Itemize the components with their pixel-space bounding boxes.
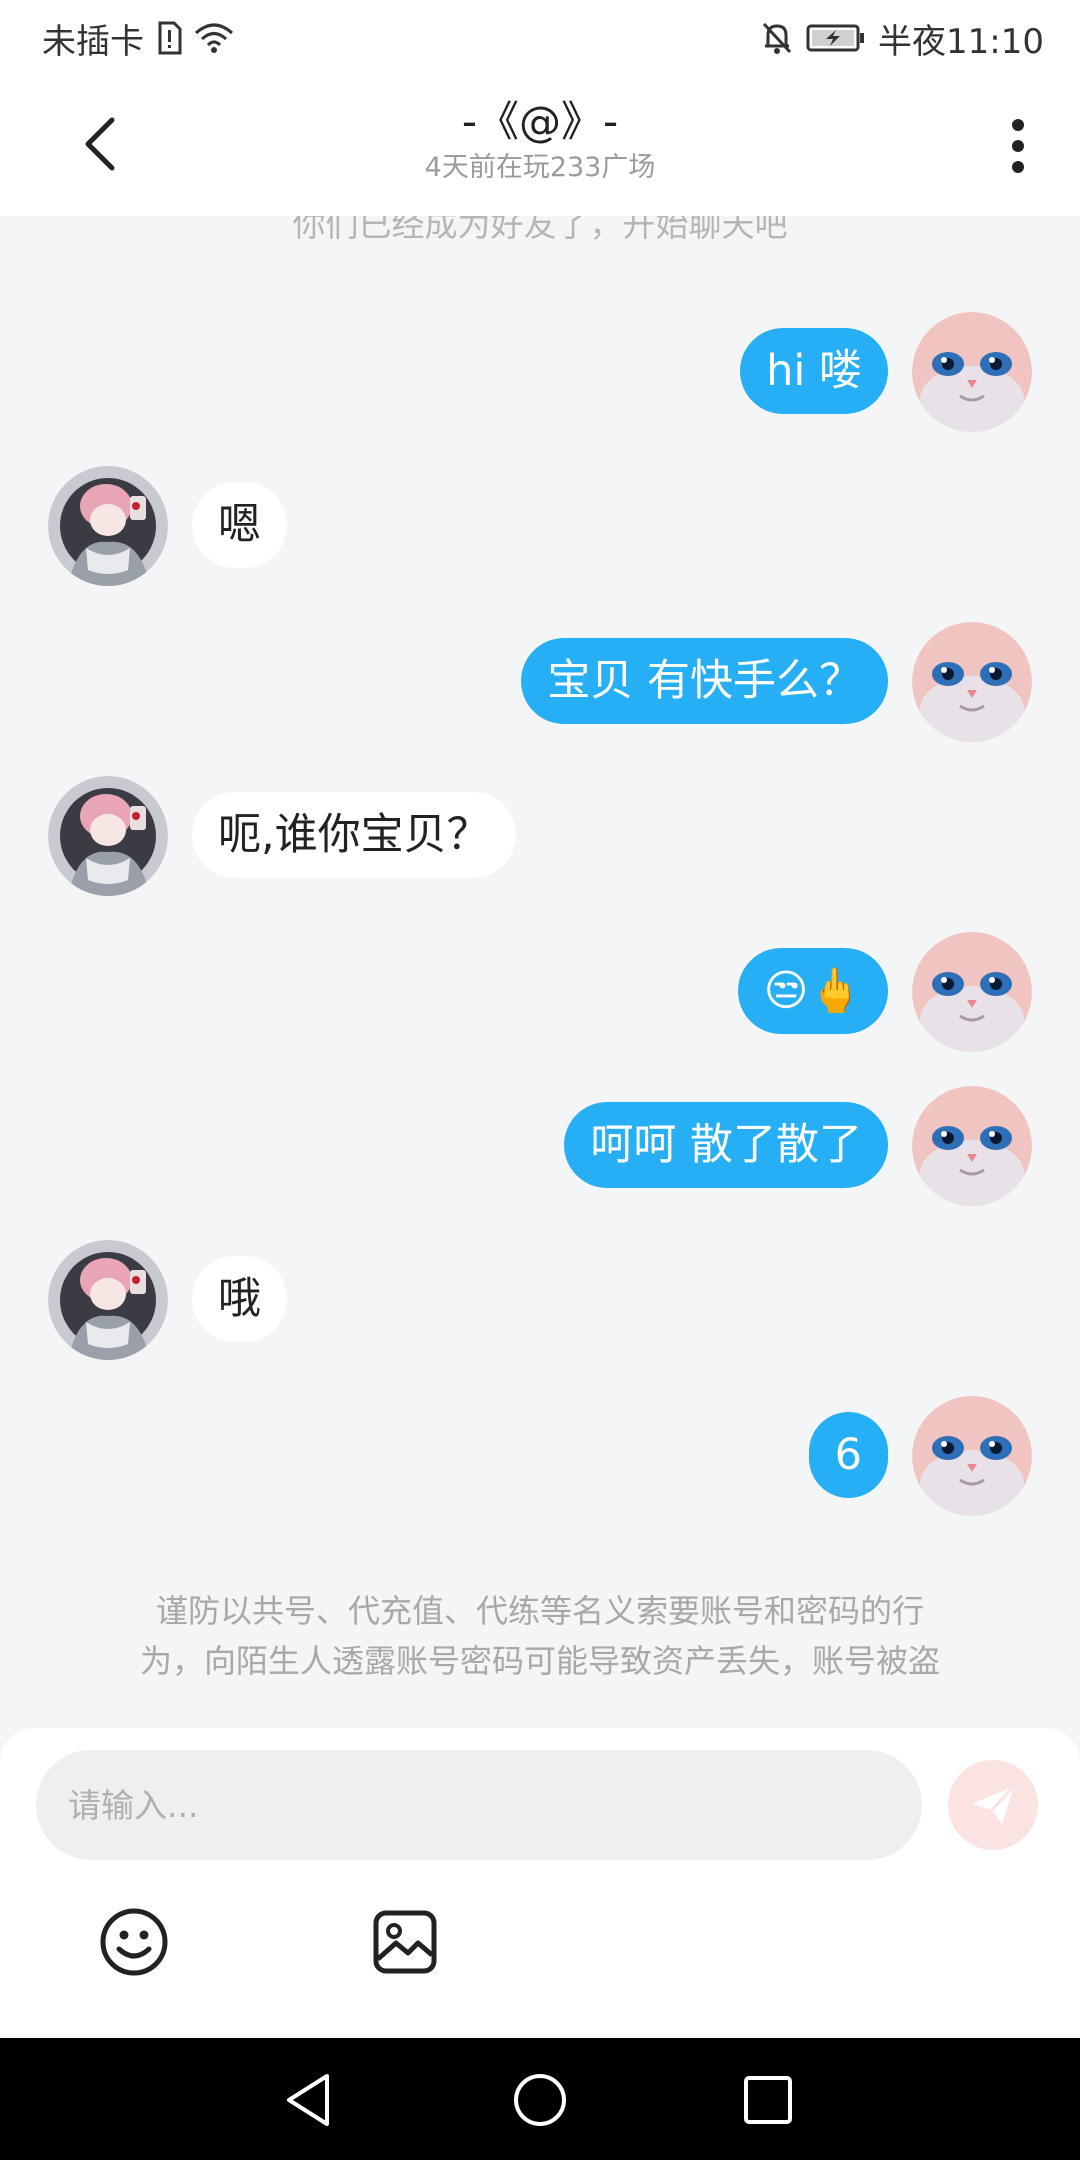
message-bubble[interactable]: 6 — [808, 1412, 888, 1498]
back-button[interactable] — [60, 104, 140, 184]
circle-home-icon — [514, 2074, 566, 2126]
status-bar: 未插卡 半夜11:10 — [0, 0, 1080, 76]
my-avatar[interactable] — [912, 1396, 1032, 1516]
warning-line-2: 为，向陌生人透露账号密码可能导致资产丢失，账号被盗 — [139, 1642, 940, 1680]
message-item: hi 喽 — [0, 312, 1080, 442]
friend-avatar[interactable] — [48, 466, 168, 586]
battery-charging-icon — [806, 23, 866, 53]
chat-area[interactable]: 你们已经成为好友了，开始聊天吧 hi 喽 嗯 宝贝 有快手么？ 呃,谁你宝贝？ … — [0, 216, 1080, 1728]
cat-avatar-icon — [912, 312, 1032, 432]
message-item: 嗯 — [0, 466, 1080, 596]
cat-avatar-icon — [912, 1396, 1032, 1516]
nav-recents-button[interactable] — [736, 2068, 800, 2132]
message-item: 😒🖕 — [0, 932, 1080, 1062]
anime-avatar-icon — [48, 776, 168, 896]
friend-avatar[interactable] — [48, 776, 168, 896]
my-avatar[interactable] — [912, 1086, 1032, 1206]
mute-bell-icon — [760, 20, 794, 56]
message-item: 6 — [0, 1396, 1080, 1526]
more-vertical-icon — [1012, 119, 1024, 173]
emoji-icon — [100, 1908, 168, 1976]
sim-alert-icon — [156, 21, 182, 55]
security-warning: 谨防以共号、代充值、代练等名义索要账号和密码的行 为，向陌生人透露账号密码可能导… — [70, 1586, 1010, 1686]
clock-text: 半夜11:10 — [878, 21, 1044, 62]
more-options-button[interactable] — [998, 110, 1038, 182]
warning-line-1: 谨防以共号、代充值、代练等名义索要账号和密码的行 — [155, 1592, 924, 1630]
image-button[interactable] — [369, 1906, 441, 1978]
message-bubble[interactable]: 😒🖕 — [737, 948, 888, 1034]
nav-back-button[interactable] — [276, 2068, 340, 2132]
message-bubble[interactable]: hi 喽 — [740, 328, 888, 414]
message-item: 呵呵 散了散了 — [0, 1086, 1080, 1216]
message-item: 宝贝 有快手么？ — [0, 622, 1080, 752]
system-note: 你们已经成为好友了，开始聊天吧 — [292, 216, 788, 244]
title-block: -《@》- 4天前在玩233广场 — [240, 96, 840, 186]
image-icon — [373, 1910, 437, 1974]
friend-avatar[interactable] — [48, 1240, 168, 1360]
cat-avatar-icon — [912, 1086, 1032, 1206]
cat-avatar-icon — [912, 932, 1032, 1052]
system-nav-bar — [0, 2038, 1080, 2160]
status-right: 半夜11:10 — [760, 14, 1044, 63]
message-bubble[interactable]: 呃,谁你宝贝？ — [192, 792, 516, 878]
message-item: 呃,谁你宝贝？ — [0, 776, 1080, 906]
my-avatar[interactable] — [912, 932, 1032, 1052]
triangle-back-icon — [287, 2074, 329, 2126]
chat-header: -《@》- 4天前在玩233广场 — [0, 76, 1080, 216]
square-recents-icon — [744, 2076, 792, 2124]
message-bubble[interactable]: 宝贝 有快手么？ — [521, 638, 888, 724]
status-left: 未插卡 — [42, 14, 234, 63]
message-bubble[interactable]: 哦 — [192, 1256, 287, 1342]
anime-avatar-icon — [48, 466, 168, 586]
nav-home-button[interactable] — [508, 2068, 572, 2132]
anime-avatar-icon — [48, 1240, 168, 1360]
emoji-button[interactable] — [98, 1906, 170, 1978]
message-item: 哦 — [0, 1240, 1080, 1370]
cat-avatar-icon — [912, 622, 1032, 742]
wifi-icon — [194, 21, 234, 55]
message-bubble[interactable]: 呵呵 散了散了 — [564, 1102, 888, 1188]
my-avatar[interactable] — [912, 312, 1032, 432]
message-input[interactable] — [36, 1750, 922, 1860]
input-panel — [0, 1728, 1080, 2038]
back-arrow-icon — [85, 117, 115, 171]
my-avatar[interactable] — [912, 622, 1032, 742]
carrier-text: 未插卡 — [42, 21, 144, 62]
send-button[interactable] — [948, 1760, 1038, 1850]
chat-subtitle: 4天前在玩233广场 — [424, 152, 656, 183]
chat-title: -《@》- — [461, 97, 619, 146]
message-bubble[interactable]: 嗯 — [192, 482, 287, 568]
send-icon — [972, 1784, 1016, 1824]
